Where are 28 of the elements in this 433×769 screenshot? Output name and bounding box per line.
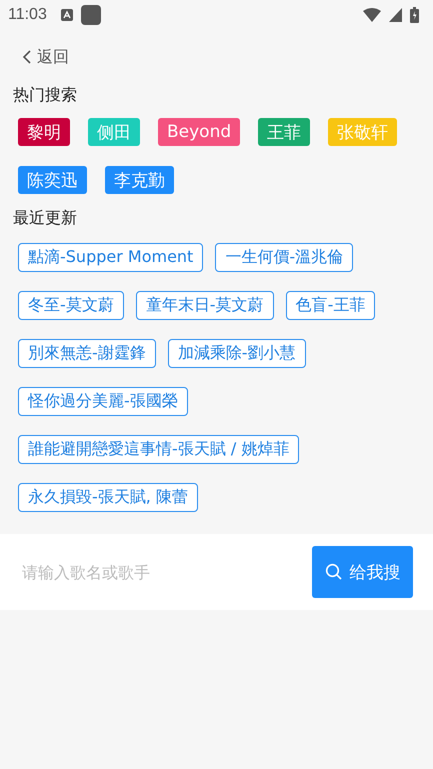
song-tag[interactable]: 一生何價-溫兆倫 <box>215 243 354 272</box>
song-tag[interactable]: 點滴-Supper Moment <box>18 243 204 272</box>
chevron-left-icon <box>22 49 32 65</box>
section-title: 热门搜索 <box>13 85 78 106</box>
app-notification-icon <box>80 5 101 25</box>
song-tag[interactable]: 永久損毀-張天賦, 陳蕾 <box>18 483 198 512</box>
song-tag[interactable]: 誰能避開戀愛這事情-張天賦 / 姚焯菲 <box>18 435 300 464</box>
battery-icon <box>410 7 419 23</box>
search-button[interactable]: 给我搜 <box>312 546 413 598</box>
hot-search-tag[interactable]: 黎明 <box>18 118 70 146</box>
status-time: 11:03 <box>8 6 47 24</box>
song-tag[interactable]: 加減乘除-劉小慧 <box>168 339 306 368</box>
song-tag[interactable]: 童年末日-莫文蔚 <box>136 291 274 320</box>
song-tag[interactable]: 色盲-王菲 <box>286 291 376 320</box>
song-tag[interactable]: 怪你過分美麗-張國榮 <box>18 387 188 416</box>
hot-search-tag[interactable]: 李克勤 <box>105 166 174 194</box>
wifi-icon <box>363 8 381 22</box>
song-tag[interactable]: 冬至-莫文蔚 <box>18 291 124 320</box>
song-tag[interactable]: 別來無恙-謝霆鋒 <box>18 339 156 368</box>
section-title: 最近更新 <box>13 208 78 229</box>
hot-search-tag[interactable]: Beyond <box>158 118 240 146</box>
signal-icon <box>389 8 402 22</box>
hot-search-tag[interactable]: 陈奕迅 <box>18 166 87 194</box>
hot-search-tag[interactable]: 王菲 <box>258 118 310 146</box>
keyboard-notification-icon <box>60 9 73 21</box>
back-button[interactable]: 返回 <box>22 43 69 71</box>
search-icon <box>324 563 342 581</box>
search-field[interactable]: 请输入歌名或歌手 <box>20 562 312 582</box>
